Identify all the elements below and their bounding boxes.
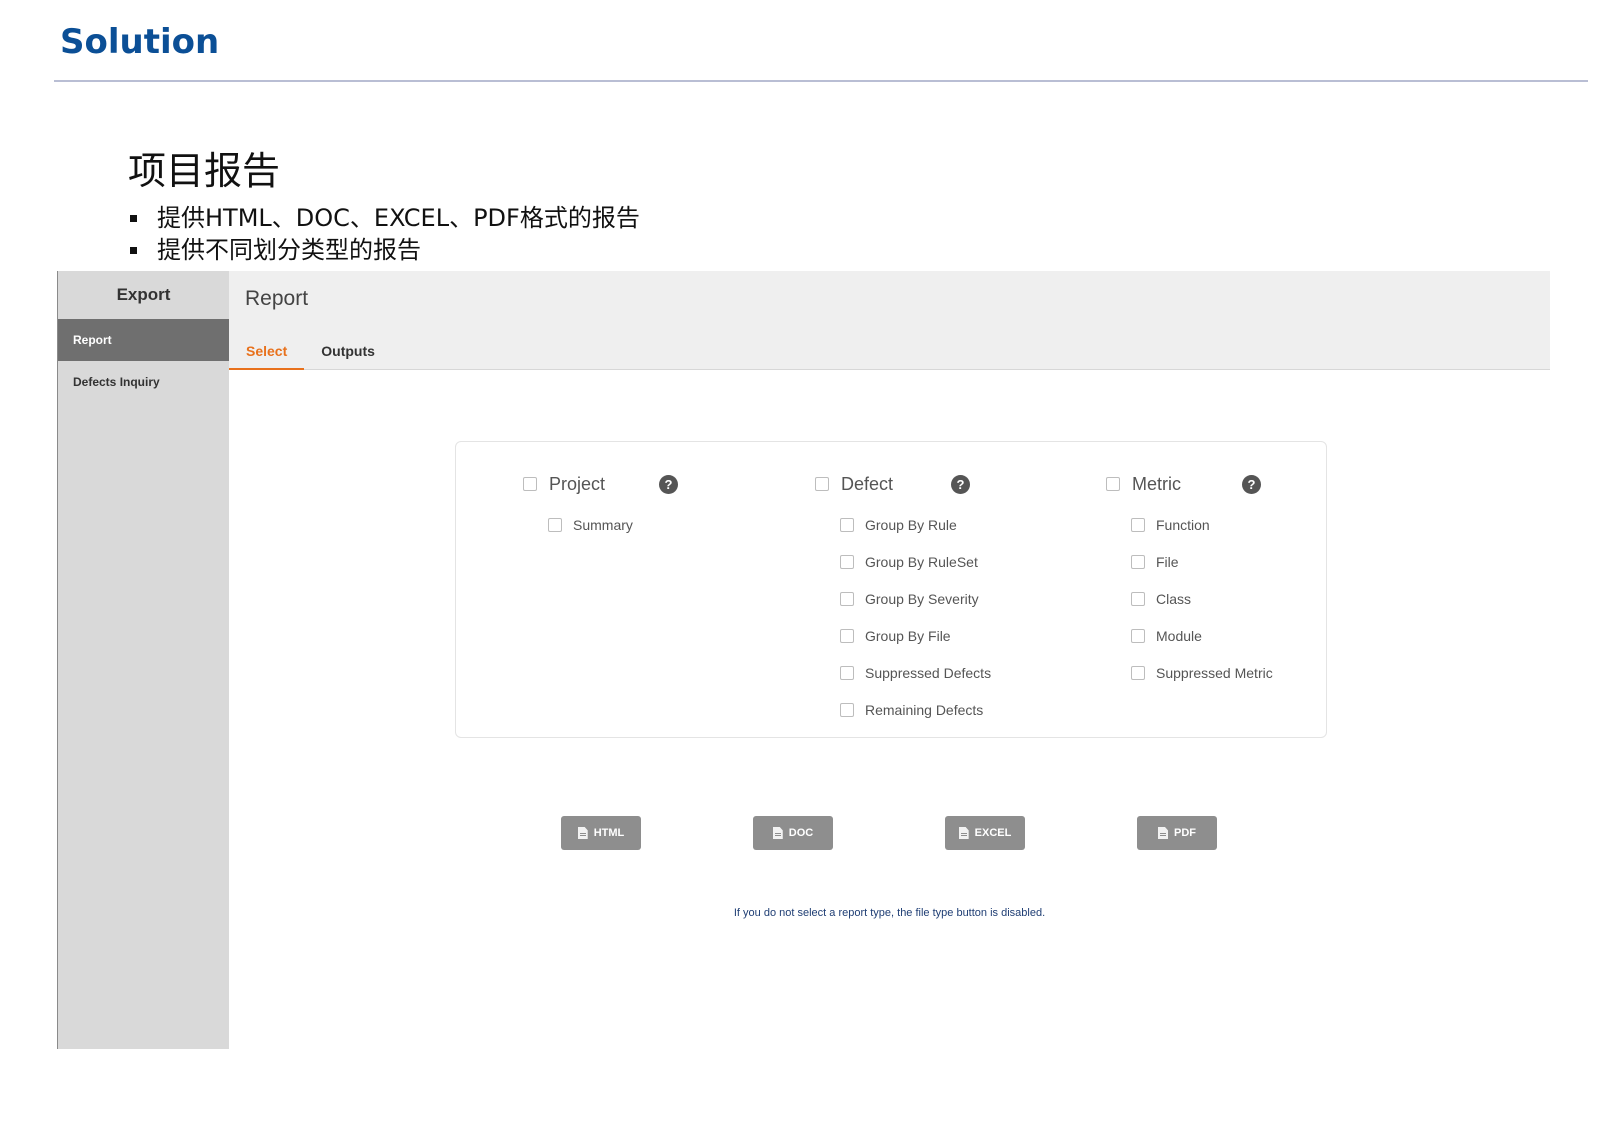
option-group-by-ruleset[interactable]: Group By RuleSet [840, 543, 991, 580]
option-label: Module [1156, 627, 1202, 644]
group-by-rule-checkbox[interactable] [840, 517, 854, 532]
option-file[interactable]: File [1131, 543, 1273, 580]
group-by-ruleset-checkbox[interactable] [840, 554, 854, 569]
sidebar-header: Export [116, 285, 171, 304]
option-label: Group By Severity [865, 590, 979, 607]
defect-group: Defect ? Group By Rule Group By RuleSet … [815, 470, 991, 728]
excel-button[interactable]: EXCEL [945, 816, 1025, 850]
question-circle-icon[interactable]: ? [659, 474, 678, 494]
bullet-item: 提供不同划分类型的报告 [130, 234, 640, 266]
option-suppressed-defects[interactable]: Suppressed Defects [840, 654, 991, 691]
slide-title: Solution [60, 22, 220, 62]
report-type-panel: Project ? Summary Defect ? Group By Rule… [455, 441, 1327, 738]
app-screenshot: Export Report Defects Inquiry Report Sel… [57, 271, 1550, 1049]
bullet-marker [130, 214, 137, 222]
group-by-severity-checkbox[interactable] [840, 591, 854, 606]
option-group-by-rule[interactable]: Group By Rule [840, 506, 991, 543]
tab-outputs[interactable]: Outputs [304, 334, 392, 370]
sidebar-item-report[interactable]: Report [58, 319, 229, 361]
sidebar: Export Report Defects Inquiry [57, 271, 229, 1049]
tab-select[interactable]: Select [229, 334, 305, 370]
file-type-buttons: HTML DOC EXCEL PDF [561, 816, 1217, 850]
option-label: Group By Rule [865, 516, 957, 533]
option-label: Suppressed Metric [1156, 664, 1273, 681]
defect-checkbox[interactable] [815, 477, 829, 491]
option-module[interactable]: Module [1131, 617, 1273, 654]
module-checkbox[interactable] [1131, 628, 1145, 643]
option-label: Summary [573, 516, 633, 533]
option-label: Remaining Defects [865, 701, 984, 718]
file-checkbox[interactable] [1131, 554, 1145, 569]
button-label: PDF [1174, 827, 1196, 839]
option-suppressed-metric[interactable]: Suppressed Metric [1131, 654, 1273, 691]
section-heading: 项目报告 [128, 149, 281, 193]
remaining-defects-checkbox[interactable] [840, 702, 854, 717]
main-content: Report Select Outputs Project ? Summary [229, 271, 1550, 1049]
option-summary[interactable]: Summary [548, 506, 678, 543]
metric-label: Metric [1132, 473, 1181, 494]
bullet-list: 提供HTML、DOC、EXCEL、PDF格式的报告 提供不同划分类型的报告 [130, 202, 640, 266]
option-group-by-file[interactable]: Group By File [840, 617, 991, 654]
doc-button[interactable]: DOC [753, 816, 833, 850]
file-html-icon [577, 827, 588, 839]
function-checkbox[interactable] [1131, 517, 1145, 532]
html-button[interactable]: HTML [561, 816, 641, 850]
option-label: Class [1156, 590, 1192, 607]
bullet-text: 提供HTML、DOC、EXCEL、PDF格式的报告 [157, 204, 640, 232]
summary-checkbox[interactable] [548, 517, 562, 532]
disabled-hint: If you do not select a report type, the … [733, 907, 1046, 919]
file-doc-icon [772, 827, 783, 839]
suppressed-metric-checkbox[interactable] [1131, 665, 1145, 680]
defect-label: Defect [841, 473, 894, 494]
button-label: HTML [593, 827, 625, 839]
option-class[interactable]: Class [1131, 580, 1273, 617]
option-label: Group By File [865, 627, 951, 644]
report-header: Report Select Outputs [229, 271, 1550, 370]
question-circle-icon[interactable]: ? [1242, 474, 1261, 494]
project-checkbox[interactable] [523, 477, 537, 491]
group-by-file-checkbox[interactable] [840, 628, 854, 643]
option-function[interactable]: Function [1131, 506, 1273, 543]
bullet-text: 提供不同划分类型的报告 [157, 236, 421, 264]
sidebar-item-defects-inquiry[interactable]: Defects Inquiry [58, 361, 229, 403]
option-label: Function [1156, 516, 1210, 533]
option-label: Suppressed Defects [865, 664, 992, 681]
title-divider [54, 80, 1588, 82]
page-title: Report [245, 287, 309, 310]
option-group-by-severity[interactable]: Group By Severity [840, 580, 991, 617]
suppressed-defects-checkbox[interactable] [840, 665, 854, 680]
pdf-button[interactable]: PDF [1137, 816, 1217, 850]
option-label: Group By RuleSet [865, 553, 978, 570]
file-excel-icon [958, 827, 969, 839]
bullet-marker [130, 246, 137, 254]
project-group: Project ? Summary [523, 470, 678, 543]
button-label: DOC [788, 827, 814, 839]
bullet-item: 提供HTML、DOC、EXCEL、PDF格式的报告 [130, 202, 640, 234]
file-pdf-icon [1158, 827, 1168, 839]
class-checkbox[interactable] [1131, 591, 1145, 606]
metric-checkbox[interactable] [1106, 477, 1120, 491]
option-label: File [1156, 553, 1179, 570]
question-circle-icon[interactable]: ? [951, 474, 970, 494]
project-label: Project [549, 473, 606, 494]
tab-bar: Select Outputs [229, 334, 392, 370]
option-remaining-defects[interactable]: Remaining Defects [840, 691, 991, 728]
metric-group: Metric ? Function File Class Module Supp… [1106, 470, 1273, 691]
button-label: EXCEL [974, 827, 1012, 839]
